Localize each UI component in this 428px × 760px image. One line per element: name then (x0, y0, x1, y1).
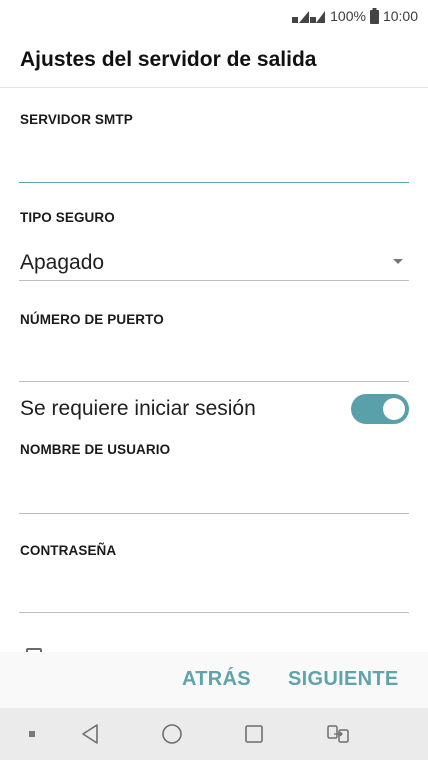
security-type-value: Apagado (20, 251, 105, 274)
dropdown-arrow-icon (393, 259, 403, 264)
login-required-toggle[interactable] (351, 394, 409, 424)
status-bar: 100% 10:00 (0, 0, 428, 32)
username-input[interactable] (19, 479, 409, 514)
battery-icon (369, 8, 379, 24)
login-required-label: Se requiere iniciar sesión (20, 397, 256, 420)
security-type-label: TIPO SEGURO (20, 210, 115, 225)
password-input[interactable] (19, 578, 409, 613)
smtp-server-label: SERVIDOR SMTP (20, 112, 133, 127)
header-divider (0, 87, 428, 88)
sim-signal-icon (292, 8, 326, 24)
toggle-knob (383, 398, 405, 420)
dual-window-icon[interactable] (322, 708, 354, 760)
back-button[interactable]: ATRÁS (182, 668, 251, 691)
action-bar: ATRÁS SIGUIENTE (0, 652, 428, 708)
login-required-row: Se requiere iniciar sesión (19, 392, 409, 428)
security-type-dropdown[interactable]: Apagado (19, 244, 409, 281)
home-icon[interactable] (158, 708, 186, 760)
smtp-server-input[interactable] (19, 148, 409, 183)
battery-percent: 100% (330, 8, 366, 24)
username-label: NOMBRE DE USUARIO (20, 442, 171, 457)
port-number-input[interactable] (19, 347, 409, 382)
clock: 10:00 (382, 8, 418, 24)
navigation-bar (0, 708, 428, 760)
page-title: Ajustes del servidor de salida (20, 48, 317, 71)
password-label: CONTRASEÑA (20, 543, 117, 558)
back-icon[interactable] (76, 708, 104, 760)
notification-dot-icon[interactable] (22, 708, 42, 760)
next-button[interactable]: SIGUIENTE (288, 668, 399, 691)
status-indicators: 100% 10:00 (292, 6, 418, 26)
clipped-checkbox-row (0, 642, 428, 652)
port-number-label: NÚMERO DE PUERTO (20, 312, 164, 327)
recents-icon[interactable] (240, 708, 268, 760)
